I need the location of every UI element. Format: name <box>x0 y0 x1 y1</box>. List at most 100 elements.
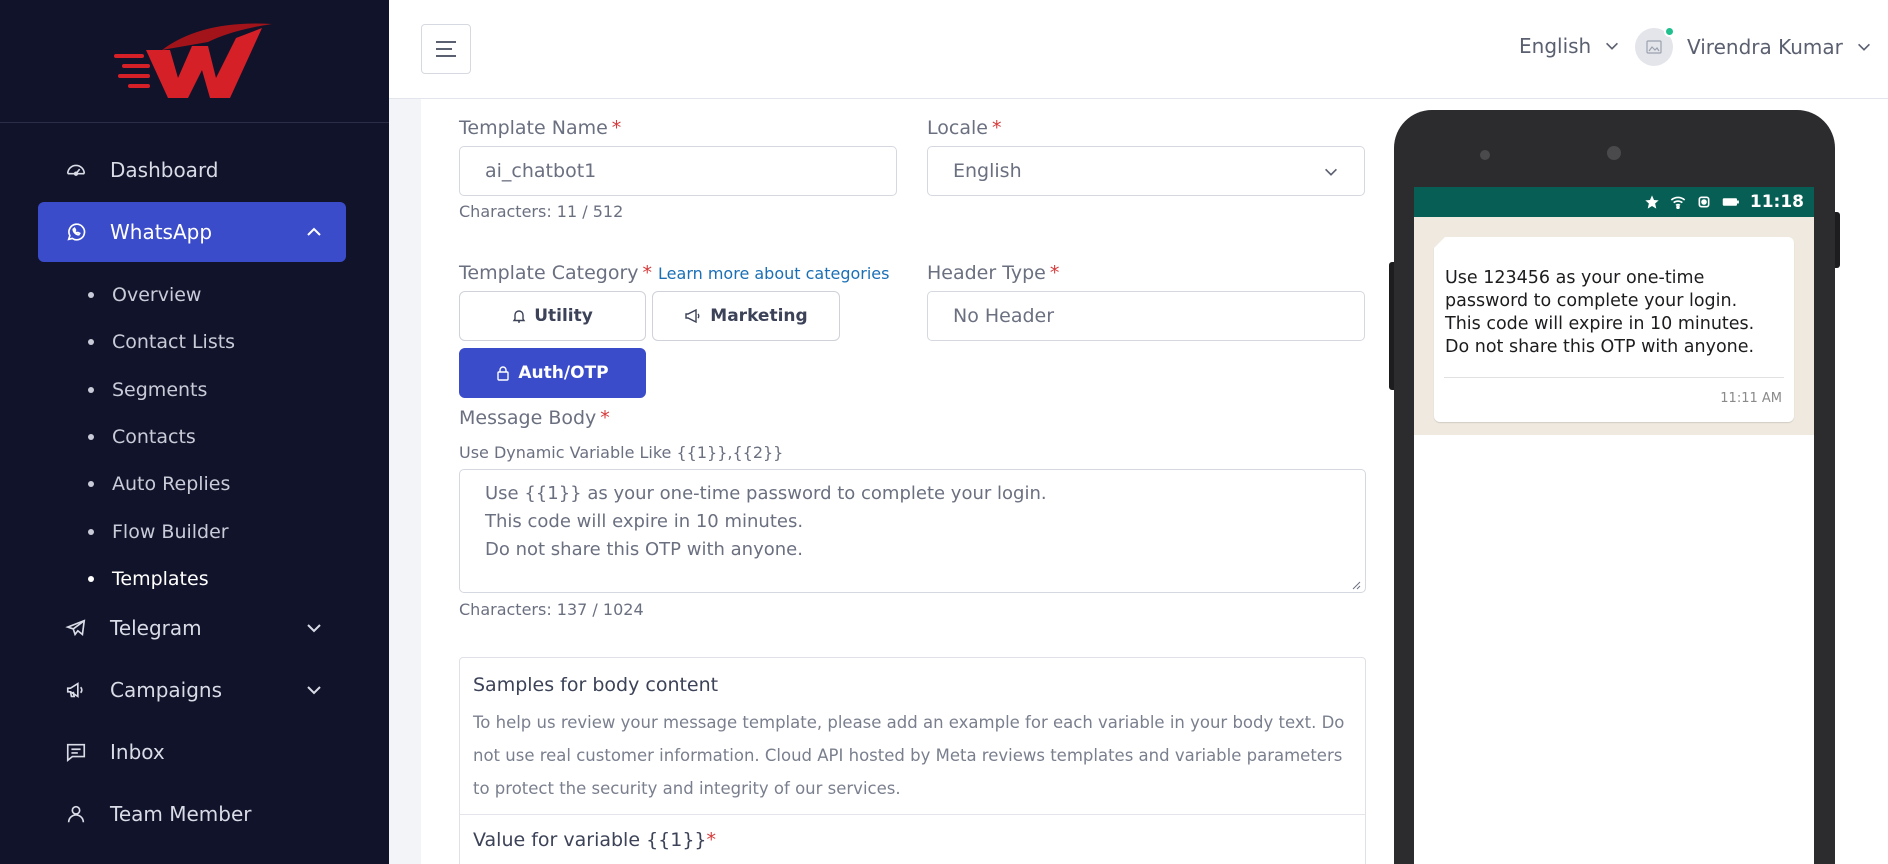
chevron-down-icon <box>1857 43 1870 51</box>
message-body-label: Message Body * <box>459 407 610 429</box>
bullet-icon <box>88 387 94 393</box>
hamburger-icon <box>436 41 456 57</box>
sidebar: Dashboard WhatsApp Overview Contact List… <box>0 0 389 864</box>
template-name-value: ai_chatbot1 <box>485 160 597 182</box>
message-bubble: Use 123456 as your one-time password to … <box>1433 237 1794 422</box>
phone-preview: 11:18 Use 123456 as your one-time passwo… <box>1394 110 1835 864</box>
phone-camera <box>1607 146 1621 160</box>
subitem-label: Auto Replies <box>112 473 231 495</box>
variable-value-label: Value for variable {{1}}* <box>473 829 717 851</box>
chevron-down-icon <box>1606 42 1619 50</box>
subitem-label: Overview <box>112 284 202 306</box>
chat-background: Use 123456 as your one-time password to … <box>1414 217 1814 435</box>
star-icon <box>1644 194 1660 210</box>
bubble-tail <box>1433 237 1445 249</box>
category-label: Auth/OTP <box>518 363 609 383</box>
sidebar-subitem-flow-builder[interactable]: Flow Builder <box>88 517 229 547</box>
sidebar-subitem-segments[interactable]: Segments <box>88 375 208 405</box>
online-status-dot <box>1664 26 1675 37</box>
template-name-input[interactable]: ai_chatbot1 <box>459 146 897 196</box>
sidebar-subitem-contact-lists[interactable]: Contact Lists <box>88 327 236 357</box>
sidebar-item-whatsapp[interactable]: WhatsApp <box>38 202 346 262</box>
user-menu[interactable]: Virendra Kumar <box>1635 26 1873 66</box>
subitem-label: Templates <box>112 568 209 590</box>
megaphone-icon <box>62 676 90 704</box>
bullet-icon <box>88 434 94 440</box>
language-selector[interactable]: English <box>1519 34 1621 58</box>
category-marketing-button[interactable]: Marketing <box>652 291 840 341</box>
subitem-label: Segments <box>112 379 208 401</box>
category-label: Marketing <box>710 306 808 326</box>
avatar <box>1635 26 1675 66</box>
subitem-label: Contact Lists <box>112 331 236 353</box>
bullet-icon <box>88 292 94 298</box>
category-auth-otp-button[interactable]: Auth/OTP <box>459 348 646 398</box>
locale-select[interactable]: English <box>927 146 1365 196</box>
locale-value: English <box>953 160 1022 182</box>
whatsapp-icon <box>62 218 90 246</box>
battery-icon <box>1722 196 1740 208</box>
sidebar-item-team-member[interactable]: Team Member <box>38 784 346 844</box>
template-category-label: Template Category * Learn more about categ… <box>459 262 890 284</box>
header-type-select[interactable]: No Header <box>927 291 1365 341</box>
sidebar-subitem-contacts[interactable]: Contacts <box>88 422 196 452</box>
template-name-label: Template Name * <box>459 117 622 139</box>
sidebar-item-campaigns[interactable]: Campaigns <box>38 660 346 720</box>
brand-logo[interactable] <box>112 20 277 102</box>
bell-icon <box>512 310 526 323</box>
language-label: English <box>1519 34 1592 58</box>
logo-area <box>0 0 389 123</box>
megaphone-icon <box>685 308 700 324</box>
template-name-char-count: Characters: 11 / 512 <box>459 202 624 221</box>
image-placeholder-icon <box>1646 40 1662 54</box>
samples-title: Samples for body content <box>473 674 719 696</box>
chevron-down-icon <box>307 686 321 695</box>
sync-icon <box>1696 194 1712 210</box>
sidebar-item-label: WhatsApp <box>110 220 213 244</box>
sidebar-item-dashboard[interactable]: Dashboard <box>38 140 346 200</box>
message-body-textarea[interactable]: Use {{1}} as your one-time password to c… <box>459 469 1366 593</box>
dashboard-icon <box>62 156 90 184</box>
message-text: Use 123456 as your one-time password to … <box>1445 268 1755 357</box>
sidebar-subitem-overview[interactable]: Overview <box>88 280 202 310</box>
sidebar-item-inbox[interactable]: Inbox <box>38 722 346 782</box>
bullet-icon <box>88 576 94 582</box>
subitem-label: Contacts <box>112 426 196 448</box>
user-icon <box>62 800 90 828</box>
lock-icon <box>497 366 510 381</box>
sidebar-subitem-auto-replies[interactable]: Auto Replies <box>88 469 231 499</box>
resize-handle-icon[interactable] <box>1351 580 1361 590</box>
telegram-icon <box>62 614 90 642</box>
phone-screen: 11:18 Use 123456 as your one-time passwo… <box>1414 187 1814 864</box>
chevron-down-icon <box>307 624 321 633</box>
bullet-icon <box>88 481 94 487</box>
subitem-label: Flow Builder <box>112 521 229 543</box>
phone-status-bar: 11:18 <box>1414 187 1814 217</box>
chevron-down-icon <box>1325 168 1337 176</box>
sidebar-item-label: Team Member <box>110 802 252 826</box>
user-name: Virendra Kumar <box>1687 35 1843 59</box>
bullet-icon <box>88 529 94 535</box>
divider <box>1444 377 1784 378</box>
topbar: English Virendra Kumar <box>389 0 1888 99</box>
sidebar-item-label: Dashboard <box>110 158 219 182</box>
status-time: 11:18 <box>1749 192 1804 212</box>
divider <box>460 814 1365 815</box>
category-label: Utility <box>534 306 593 326</box>
dynamic-variable-hint: Use Dynamic Variable Like {{1}},{{2}} <box>459 443 784 462</box>
menu-toggle-button[interactable] <box>421 24 471 74</box>
phone-sensor <box>1480 150 1490 160</box>
sidebar-item-label: Inbox <box>110 740 165 764</box>
sidebar-item-label: Campaigns <box>110 678 223 702</box>
sidebar-item-telegram[interactable]: Telegram <box>38 598 346 658</box>
learn-more-categories-link[interactable]: Learn more about categories <box>658 264 889 283</box>
chevron-up-icon <box>307 227 321 236</box>
sidebar-subitem-templates[interactable]: Templates <box>88 564 209 594</box>
body-samples-panel: Samples for body content To help us revi… <box>459 657 1366 864</box>
message-body-char-count: Characters: 137 / 1024 <box>459 600 644 619</box>
wifi-icon <box>1670 195 1686 209</box>
locale-label: Locale * <box>927 117 1002 139</box>
samples-description: To help us review your message template,… <box>473 713 1345 798</box>
header-type-label: Header Type * <box>927 262 1060 284</box>
category-utility-button[interactable]: Utility <box>459 291 646 341</box>
